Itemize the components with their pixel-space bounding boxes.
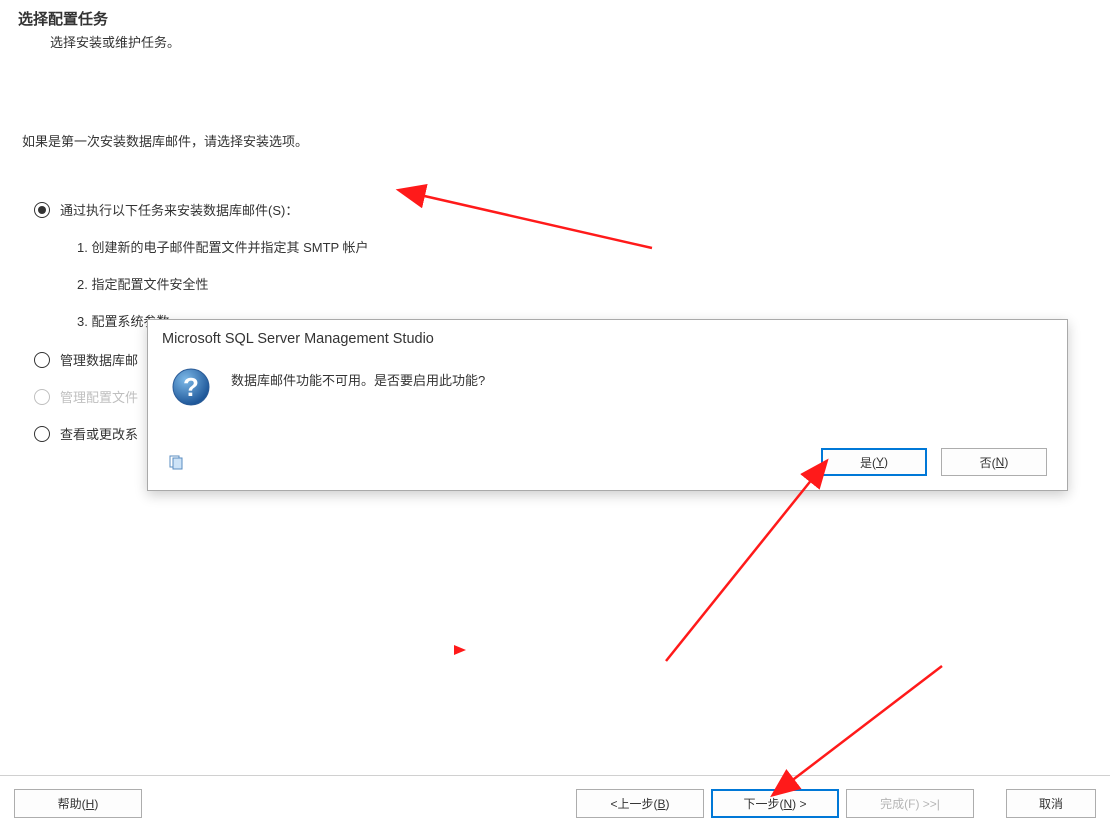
no-prefix: 否( <box>980 454 996 471</box>
page-title: 选择配置任务 <box>18 8 1092 29</box>
intro-text: 如果是第一次安装数据库邮件，请选择安装选项。 <box>22 131 1088 150</box>
radio-icon <box>34 389 50 405</box>
next-key: N <box>783 797 792 811</box>
back-key: B <box>658 797 666 811</box>
no-key: N <box>996 455 1005 469</box>
help-button[interactable]: 帮助(H) <box>14 789 142 818</box>
back-suffix: ) <box>666 797 670 811</box>
dialog-no-button[interactable]: 否(N) <box>941 448 1047 476</box>
dialog-yes-button[interactable]: 是(Y) <box>821 448 927 476</box>
finish-key: F <box>908 797 915 811</box>
copy-icon[interactable] <box>168 454 184 470</box>
radio-label-install: 通过执行以下任务来安装数据库邮件(S)： <box>60 200 298 219</box>
help-key: H <box>86 797 95 811</box>
svg-text:?: ? <box>183 372 199 402</box>
help-suffix: ) <box>94 797 98 811</box>
radio-icon <box>34 352 50 368</box>
yes-suffix: ) <box>884 455 888 469</box>
finish-prefix: 完成( <box>880 795 908 812</box>
back-button[interactable]: < 上一步(B) <box>576 789 704 818</box>
back-arrow: < <box>610 797 617 811</box>
sub-item-1: 1. 创建新的电子邮件配置文件并指定其 SMTP 帐户 <box>77 237 1088 256</box>
next-prefix: 下一步( <box>743 795 783 812</box>
radio-icon <box>34 202 50 218</box>
dialog-title: Microsoft SQL Server Management Studio <box>148 320 1067 355</box>
cancel-button[interactable]: 取消 <box>1006 789 1096 818</box>
install-sub-list: 1. 创建新的电子邮件配置文件并指定其 SMTP 帐户 2. 指定配置文件安全性… <box>77 237 1088 330</box>
sub-item-2: 2. 指定配置文件安全性 <box>77 274 1088 293</box>
question-icon: ? <box>171 367 211 407</box>
next-button[interactable]: 下一步(N) > <box>711 789 839 818</box>
next-suffix: ) > <box>792 797 806 811</box>
confirm-dialog: Microsoft SQL Server Management Studio ?… <box>147 319 1068 491</box>
dialog-message: 数据库邮件功能不可用。是否要启用此功能? <box>231 367 485 389</box>
radio-label-manage-profile: 管理配置文件 <box>60 387 138 406</box>
no-suffix: ) <box>1004 455 1008 469</box>
footer-divider <box>0 775 1110 776</box>
radio-option-install[interactable]: 通过执行以下任务来安装数据库邮件(S)： <box>34 200 1088 219</box>
back-prefix: 上一步( <box>618 795 658 812</box>
yes-key: Y <box>876 455 884 469</box>
radio-icon <box>34 426 50 442</box>
radio-label-view-change: 查看或更改系 <box>60 424 138 443</box>
finish-suffix: ) >>| <box>915 797 939 811</box>
radio-label-manage-db: 管理数据库邮 <box>60 350 138 369</box>
help-prefix: 帮助( <box>58 795 86 812</box>
yes-prefix: 是( <box>860 454 876 471</box>
page-subtitle: 选择安装或维护任务。 <box>50 32 1092 51</box>
finish-button: 完成(F) >>| <box>846 789 974 818</box>
